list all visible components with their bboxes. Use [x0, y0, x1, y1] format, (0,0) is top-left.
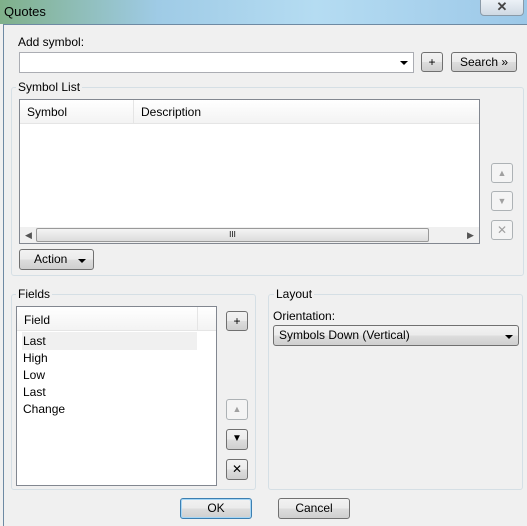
add-field-button[interactable]: + [226, 311, 248, 331]
orientation-select[interactable]: Symbols Down (Vertical) [273, 325, 519, 346]
scroll-right-icon[interactable]: ▶ [467, 230, 474, 241]
symbol-list-label: Symbol List [16, 80, 83, 94]
layout-label: Layout [274, 287, 315, 301]
ok-button[interactable]: OK [180, 498, 252, 519]
search-button[interactable]: Search » [451, 52, 517, 72]
orientation-label: Orientation: [273, 309, 336, 323]
scroll-left-icon[interactable]: ◀ [25, 230, 32, 241]
move-up-icon[interactable]: ▲ [491, 163, 513, 183]
fields-label: Fields [16, 287, 53, 301]
field-item[interactable]: Change [23, 401, 65, 418]
title-bar [0, 0, 527, 24]
move-up-icon[interactable]: ▲ [226, 399, 248, 420]
action-label: Action [34, 252, 68, 266]
chevron-down-icon [78, 259, 86, 263]
remove-icon[interactable]: ✕ [491, 220, 513, 240]
symbol-listview[interactable]: Symbol Description ◀ III ▶ [19, 99, 480, 244]
field-item[interactable]: Last [23, 384, 46, 401]
close-icon[interactable]: ✕ [480, 0, 524, 16]
fields-listbox[interactable]: Field Last High Low Last Change [16, 306, 217, 486]
column-field[interactable]: Field [17, 307, 198, 331]
field-item[interactable]: Low [23, 367, 45, 384]
chevron-down-icon [400, 61, 408, 65]
chevron-down-icon [505, 335, 513, 339]
field-item[interactable]: Last [23, 333, 46, 350]
action-button[interactable]: Action [19, 249, 94, 270]
add-symbol-label: Add symbol: [18, 35, 85, 49]
fields-header: Field [17, 307, 216, 331]
horizontal-scrollbar[interactable]: ◀ III ▶ [20, 227, 479, 243]
remove-field-icon[interactable]: ✕ [226, 459, 248, 480]
orientation-value: Symbols Down (Vertical) [279, 328, 410, 342]
column-symbol[interactable]: Symbol [20, 100, 134, 124]
column-description[interactable]: Description [134, 100, 208, 124]
scrollbar-thumb[interactable]: III [36, 228, 429, 242]
move-down-icon[interactable]: ▼ [491, 191, 513, 211]
listview-header: Symbol Description [20, 100, 479, 124]
selected-row-highlight [22, 332, 197, 350]
cancel-button[interactable]: Cancel [278, 498, 350, 519]
move-down-icon[interactable]: ▼ [226, 429, 248, 450]
add-symbol-button[interactable]: + [421, 52, 443, 72]
add-symbol-combo[interactable] [19, 52, 414, 73]
window-title: Quotes [4, 4, 46, 19]
layout-group [268, 294, 523, 490]
field-item[interactable]: High [23, 350, 48, 367]
